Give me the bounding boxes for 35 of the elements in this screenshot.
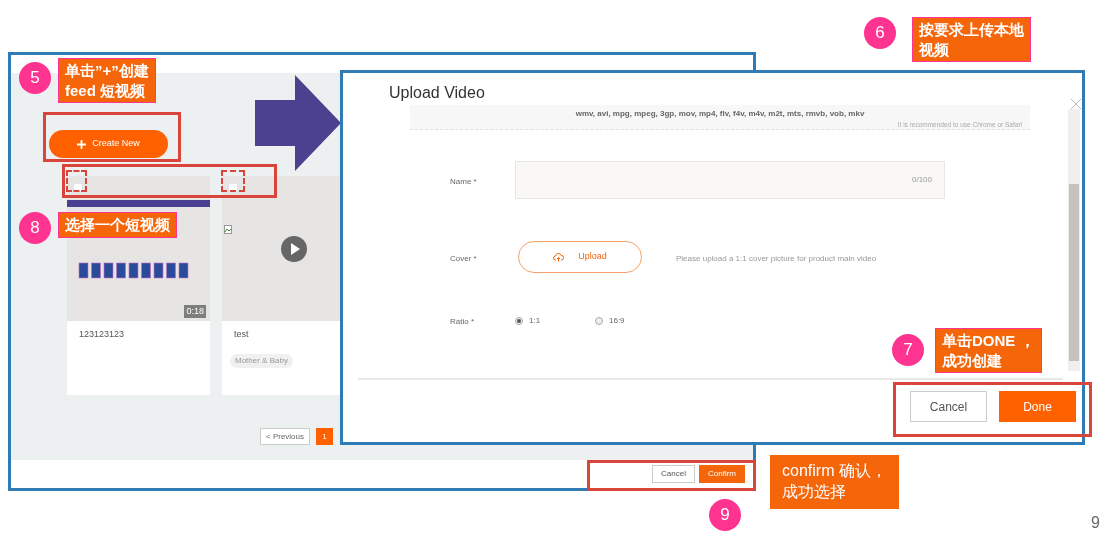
scrollbar[interactable] [1068,109,1080,371]
plus-icon [77,139,87,149]
right-arrow-icon [255,75,341,171]
ratio-label: Ratio * [450,316,474,328]
video-title: test [233,328,250,341]
previous-page-button[interactable]: < Previous [260,428,311,445]
name-label: Name * [450,176,477,188]
video-title: 123123123 [78,328,126,341]
ratio-option[interactable]: 1:1 [515,315,541,327]
dialog-title: Upload Video [389,83,485,103]
cancel-button[interactable]: Cancel [652,465,695,483]
ratio-option[interactable]: 16:9 [595,315,625,327]
callout-note: 按要求上传本地 视频 [912,17,1031,62]
page-number: 9 [1091,513,1100,533]
checkbox[interactable] [73,183,83,193]
play-icon[interactable] [281,236,307,262]
cancel-button[interactable]: Cancel [910,391,987,422]
scrollbar-thumb[interactable] [1069,184,1079,361]
callout-note: 单击”+”创建 feed 短视频 [58,58,156,103]
step-number: 9 [709,499,741,531]
broken-image-icon [224,225,232,234]
callout-note: confirm 确认， 成功选择 [770,455,899,509]
category-tag: Mother & Baby [230,353,293,368]
radio-button[interactable] [515,317,523,325]
video-duration: 0:18 [184,304,206,318]
callout-note: 单击DONE ， 成功创建 [935,328,1042,373]
radio-button[interactable] [595,317,603,325]
callout-note: 选择一个短视频 [58,212,177,238]
cover-hint: Please upload a 1:1 cover picture for product main video [676,253,877,265]
cover-label: Cover * [450,253,477,265]
checkbox[interactable] [228,183,238,193]
step-number: 6 [864,17,896,49]
supported-formats-text: wmv, avi, mpg, mpeg, 3gp, mov, mp4, flv, f4v, m4v, m2t, mts, rmvb, vob, mkv [574,108,866,120]
upload-button[interactable]: Upload [518,241,642,273]
cloud-upload-icon [553,252,565,262]
